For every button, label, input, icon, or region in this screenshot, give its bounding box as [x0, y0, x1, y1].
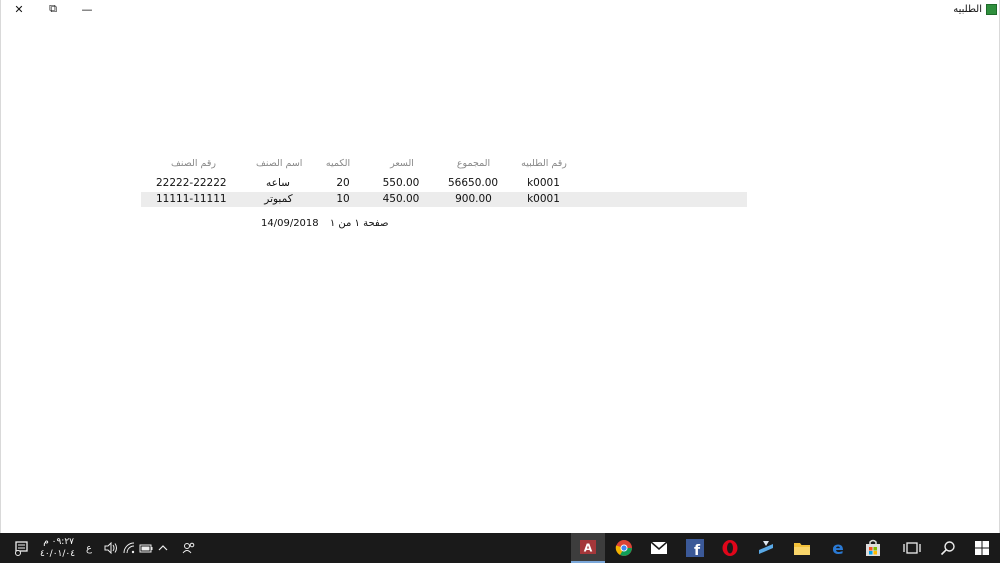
- table-row: k0001 900.00 450.00 10 كمبوتر 11111-1111…: [141, 192, 747, 207]
- cell-order-no: k0001: [527, 193, 560, 205]
- task-view-icon[interactable]: [895, 533, 929, 563]
- header-order-no: رقم الطلبيه: [521, 158, 567, 169]
- window-title-text: الطلبيه: [953, 3, 982, 15]
- header-item-no: رقم الصنف: [171, 158, 216, 169]
- people-icon[interactable]: [179, 533, 199, 563]
- header-item-name: اسم الصنف: [256, 158, 303, 169]
- svg-text:e: e: [832, 539, 844, 557]
- svg-text:f: f: [694, 543, 701, 557]
- cell-item-name: كمبوتر: [264, 193, 293, 205]
- download-icon[interactable]: [749, 533, 783, 563]
- access-icon[interactable]: A: [571, 533, 605, 563]
- page-number: صفحة ١ من ١: [329, 218, 389, 229]
- header-price: السعر: [390, 158, 414, 169]
- cell-item-no: 11111-11111: [156, 193, 227, 205]
- cell-order-no: k0001: [527, 177, 560, 189]
- cell-total: 900.00: [455, 193, 492, 205]
- report-date: 14/09/2018: [261, 218, 319, 229]
- header-quantity: الكميه: [325, 158, 351, 169]
- report-header-row: رقم الطلبيه المجموع السعر الكميه اسم الص…: [141, 155, 747, 173]
- cell-item-no: 22222-22222: [156, 177, 227, 189]
- clock-date: ٤٠/٠١/٠٤: [40, 549, 76, 559]
- chevron-up-icon[interactable]: [155, 533, 171, 563]
- mail-icon[interactable]: [642, 533, 676, 563]
- title-bar: ✕ ⧉ — الطلبيه: [1, 0, 1000, 18]
- store-icon[interactable]: [856, 533, 890, 563]
- cell-quantity: 10: [336, 193, 350, 205]
- report-footer: صفحة ١ من ١ 14/09/2018: [261, 218, 396, 229]
- window-title: الطلبيه: [953, 2, 997, 16]
- cell-quantity: 20: [336, 177, 350, 189]
- volume-icon[interactable]: [101, 533, 121, 563]
- restore-button[interactable]: ⧉: [36, 0, 70, 18]
- language-indicator[interactable]: ع: [80, 533, 98, 563]
- action-center-icon[interactable]: [8, 533, 36, 563]
- edge-icon[interactable]: e: [821, 533, 855, 563]
- wifi-icon[interactable]: [121, 533, 137, 563]
- cell-price: 450.00: [382, 193, 420, 205]
- opera-icon[interactable]: [713, 533, 747, 563]
- facebook-icon[interactable]: f: [678, 533, 712, 563]
- report-window: ✕ ⧉ — الطلبيه رقم الطلبيه المجموع السعر …: [0, 0, 1000, 533]
- file-explorer-icon[interactable]: [785, 533, 819, 563]
- minimize-button[interactable]: —: [70, 0, 104, 18]
- cell-total: 56650.00: [448, 177, 499, 189]
- chrome-icon[interactable]: [607, 533, 641, 563]
- search-icon[interactable]: [931, 533, 965, 563]
- clock[interactable]: ٠٩:٢٧ م ٤٠/٠١/٠٤: [40, 536, 76, 560]
- table-row: k0001 56650.00 550.00 20 ساعه 22222-2222…: [141, 176, 747, 191]
- cell-price: 550.00: [382, 177, 420, 189]
- start-icon[interactable]: [965, 533, 999, 563]
- clock-time: ٠٩:٢٧ م: [43, 537, 74, 547]
- app-icon: [986, 3, 997, 15]
- close-button[interactable]: ✕: [2, 0, 36, 18]
- svg-text:A: A: [584, 542, 593, 555]
- cell-item-name: ساعه: [266, 177, 290, 189]
- battery-icon[interactable]: [137, 533, 155, 563]
- header-total: المجموع: [456, 158, 491, 169]
- taskbar: ٠٩:٢٧ م ٤٠/٠١/٠٤ ع A f e: [0, 533, 1000, 563]
